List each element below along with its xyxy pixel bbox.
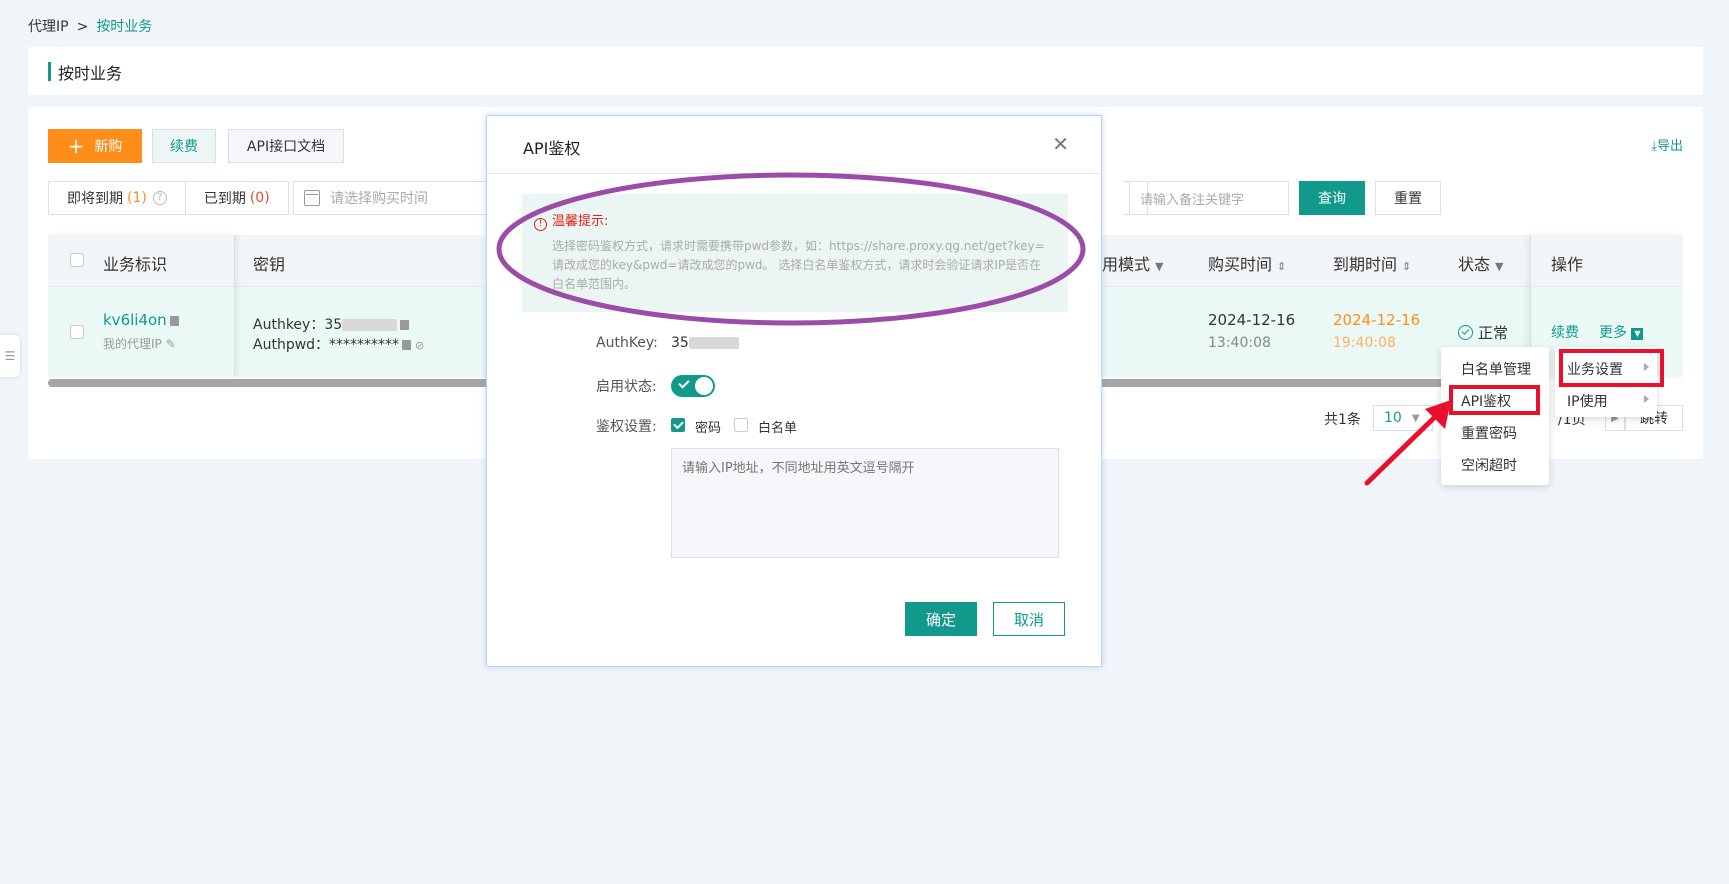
filter-icon[interactable]: ▼ — [1495, 260, 1503, 273]
auth-setting-label: 鉴权设置: — [596, 419, 657, 435]
header-key: 密钥 — [253, 255, 286, 274]
list-icon: ☰ — [4, 349, 16, 363]
side-panel-toggle[interactable]: ☰ — [0, 335, 20, 377]
filter-icon[interactable]: ▼ — [1155, 260, 1163, 273]
sticky-left-shadow — [48, 235, 234, 377]
filter-expiring[interactable]: 即将到期 (1)? — [49, 182, 185, 214]
menu-item-idle-timeout[interactable]: 空闲超时 — [1461, 455, 1517, 475]
sort-icon[interactable]: ⇕ — [1277, 260, 1286, 273]
chevron-right-icon — [1644, 395, 1649, 403]
masked-value — [688, 337, 739, 349]
renew-button[interactable]: 续费 — [152, 129, 216, 163]
header-purchase-time[interactable]: 购买时间 ⇕ — [1208, 251, 1286, 275]
whitelist-option-label[interactable]: 白名单 — [758, 417, 797, 436]
eye-hidden-icon[interactable]: ⊘ — [415, 339, 424, 352]
header-status[interactable]: 状态 ▼ — [1458, 251, 1503, 275]
password-checkbox[interactable] — [671, 418, 685, 432]
masked-value — [342, 319, 398, 331]
breadcrumb-current: 按时业务 — [96, 19, 153, 35]
copy-icon[interactable] — [400, 320, 410, 330]
api-doc-button[interactable]: API接口文档 — [228, 129, 344, 163]
remark-search-input[interactable]: 请输入备注关键字 — [1129, 181, 1289, 215]
reset-button[interactable]: 重置 — [1375, 181, 1441, 215]
confirm-button[interactable]: 确定 — [905, 602, 977, 636]
page-title-card: 按时业务 — [28, 47, 1703, 95]
sort-icon[interactable]: ⇕ — [1402, 260, 1411, 273]
filter-expired[interactable]: 已到期 (0) — [184, 182, 288, 214]
menu-item-ip-usage[interactable]: IP使用 — [1567, 391, 1649, 411]
breadcrumb: 代理IP > 按时业务 — [28, 16, 152, 36]
row-status: 正常 — [1458, 322, 1508, 343]
annotation-ellipse — [496, 172, 1086, 326]
modal-title: API鉴权 — [523, 139, 581, 158]
calendar-icon — [304, 190, 320, 206]
title-accent-bar — [48, 62, 51, 81]
export-button[interactable]: ⤓导出 — [1651, 135, 1683, 154]
column-divider — [234, 287, 235, 377]
annotation-highlight-business-settings — [1559, 349, 1664, 387]
row-authkey: Authkey：35 — [253, 314, 410, 334]
enable-label: 启用状态: — [596, 379, 657, 395]
header-mode[interactable]: 用模式 ▼ — [1102, 251, 1163, 275]
breadcrumb-root[interactable]: 代理IP — [28, 19, 69, 35]
menu-item-whitelist[interactable]: 白名单管理 — [1461, 359, 1531, 379]
breadcrumb-separator: > — [76, 19, 89, 35]
cancel-button[interactable]: 取消 — [993, 602, 1065, 636]
close-icon[interactable]: ✕ — [1052, 134, 1069, 154]
ip-address-input[interactable] — [671, 448, 1059, 558]
modal-header: API鉴权 ✕ — [487, 116, 1101, 174]
toggle-knob — [695, 377, 713, 395]
header-expire-time[interactable]: 到期时间 ⇕ — [1333, 251, 1411, 275]
page-title: 按时业务 — [58, 64, 123, 83]
password-option-label[interactable]: 密码 — [695, 417, 721, 436]
expiry-filter: 即将到期 (1)? 已到期 (0) — [48, 181, 289, 215]
plus-icon: + — [67, 134, 85, 158]
row-authpwd: Authpwd：********** ⊘ — [253, 337, 425, 353]
row-purchase-date: 2024-12-16 — [1208, 311, 1296, 329]
annotation-arrow — [1364, 400, 1451, 486]
column-divider — [234, 235, 235, 286]
purchase-date-input[interactable]: 请选择购买时间 — [293, 181, 513, 215]
row-expire-date: 2024-12-16 — [1333, 311, 1421, 329]
status-ok-icon — [1458, 325, 1473, 340]
row-expire-time: 19:40:08 — [1333, 335, 1396, 351]
authkey-value: 35 — [671, 335, 739, 351]
new-purchase-button[interactable]: + 新购 — [48, 129, 142, 163]
enable-toggle[interactable] — [671, 375, 715, 397]
authkey-label: AuthKey: — [596, 335, 658, 351]
check-icon — [678, 377, 690, 389]
query-button[interactable]: 查询 — [1299, 181, 1365, 215]
copy-icon[interactable] — [402, 340, 412, 350]
menu-item-reset-password[interactable]: 重置密码 — [1461, 423, 1517, 443]
whitelist-checkbox[interactable] — [734, 418, 748, 432]
row-purchase-time: 13:40:08 — [1208, 335, 1271, 351]
help-icon[interactable]: ? — [152, 191, 167, 205]
